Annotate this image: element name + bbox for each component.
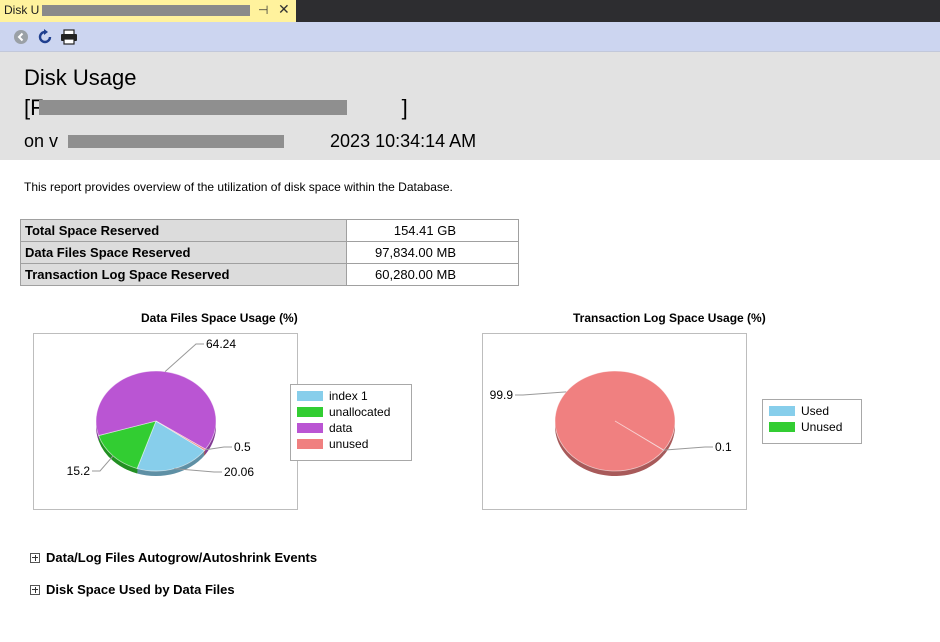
report-toolbar: [0, 22, 940, 52]
legend-swatch: [297, 423, 323, 433]
server-prefix: on v: [24, 131, 59, 151]
report-timestamp: 2023 10:34:14 AM: [330, 131, 477, 151]
report-header: Disk Usage [F] on v 2023 10:34:14 AM: [0, 52, 940, 160]
legend-swatch: [297, 407, 323, 417]
legend-item: data: [297, 420, 405, 436]
close-icon[interactable]: ✕: [278, 1, 290, 18]
leader-line: [663, 446, 713, 451]
transaction-log-chart-title: Transaction Log Space Usage (%): [573, 311, 766, 325]
pie-slice[interactable]: [554, 370, 676, 472]
redacted-database-name: [39, 100, 347, 115]
redacted-tab-text: [42, 5, 250, 16]
legend-label: data: [329, 421, 353, 435]
legend-item: Unused: [769, 419, 855, 435]
summary-label: Data Files Space Reserved: [20, 241, 347, 264]
report-window: Disk U ⊣ ✕ Disk Usage [F] on v 2023 10:…: [0, 0, 940, 642]
autogrow-events-section[interactable]: Data/Log Files Autogrow/Autoshrink Event…: [30, 550, 317, 565]
legend-label: Unused: [801, 420, 843, 434]
expand-icon[interactable]: [30, 584, 40, 595]
data-files-chart-title: Data Files Space Usage (%): [141, 311, 298, 325]
pie-value-label: 15.2: [67, 464, 91, 478]
leader-line: [92, 455, 114, 472]
legend-swatch: [297, 439, 323, 449]
section-label: Disk Space Used by Data Files: [46, 582, 235, 597]
table-row: Data Files Space Reserved 97,834.00 MB: [20, 241, 519, 264]
legend-item: Used: [769, 403, 855, 419]
leader-line: [164, 343, 204, 372]
pie-value-label: 0.5: [234, 440, 251, 454]
pie-value-label: 0.1: [715, 440, 732, 454]
tab-title: Disk U: [4, 3, 40, 17]
report-title: Disk Usage: [24, 65, 137, 90]
data-files-pie: 20.06 15.2 64.24 0.5: [67, 337, 255, 479]
legend-label: unused: [329, 437, 369, 451]
table-row: Total Space Reserved 154.41 GB: [20, 219, 519, 242]
database-name-close: ]: [401, 95, 408, 120]
leader-line: [515, 391, 567, 396]
document-tab[interactable]: Disk U ⊣ ✕: [0, 0, 296, 22]
expand-icon[interactable]: [30, 552, 40, 563]
document-tab-strip: Disk U ⊣ ✕: [0, 0, 940, 22]
legend-label: Used: [801, 404, 830, 418]
pie-value-label: 64.24: [206, 337, 236, 351]
data-files-legend: index 1 unallocated data unused: [290, 384, 412, 461]
summary-label: Total Space Reserved: [20, 219, 347, 242]
legend-swatch: [769, 406, 795, 416]
transaction-log-pie: 0.1 99.9: [490, 370, 732, 477]
data-files-chart: 20.06 15.2 64.24 0.5: [33, 333, 298, 510]
pie-value-label: 99.9: [490, 388, 514, 402]
legend-label: index 1: [329, 389, 368, 403]
legend-swatch: [297, 391, 323, 401]
legend-item: unallocated: [297, 404, 405, 420]
summary-label: Transaction Log Space Reserved: [20, 263, 347, 286]
legend-item: index 1: [297, 388, 405, 404]
redacted-server-name: [68, 135, 284, 148]
space-summary-table: Total Space Reserved 154.41 GB Data File…: [20, 219, 519, 286]
refresh-icon[interactable]: [36, 28, 54, 46]
summary-value: 97,834.00 MB: [346, 241, 519, 264]
back-icon[interactable]: [12, 28, 30, 46]
legend-swatch: [769, 422, 795, 432]
summary-value: 60,280.00 MB: [346, 263, 519, 286]
table-row: Transaction Log Space Reserved 60,280.00…: [20, 263, 519, 286]
data-files-usage-section[interactable]: Disk Space Used by Data Files: [30, 582, 235, 597]
transaction-log-chart: 0.1 99.9: [482, 333, 747, 510]
legend-item: unused: [297, 436, 405, 452]
section-label: Data/Log Files Autogrow/Autoshrink Event…: [46, 550, 318, 565]
legend-label: unallocated: [329, 405, 391, 419]
transaction-log-legend: Used Unused: [762, 399, 862, 444]
pin-icon[interactable]: ⊣: [258, 3, 268, 17]
summary-value: 154.41 GB: [346, 219, 519, 242]
report-description: This report provides overview of the uti…: [24, 180, 453, 194]
pie-value-label: 20.06: [224, 465, 254, 479]
print-icon[interactable]: [60, 28, 78, 46]
